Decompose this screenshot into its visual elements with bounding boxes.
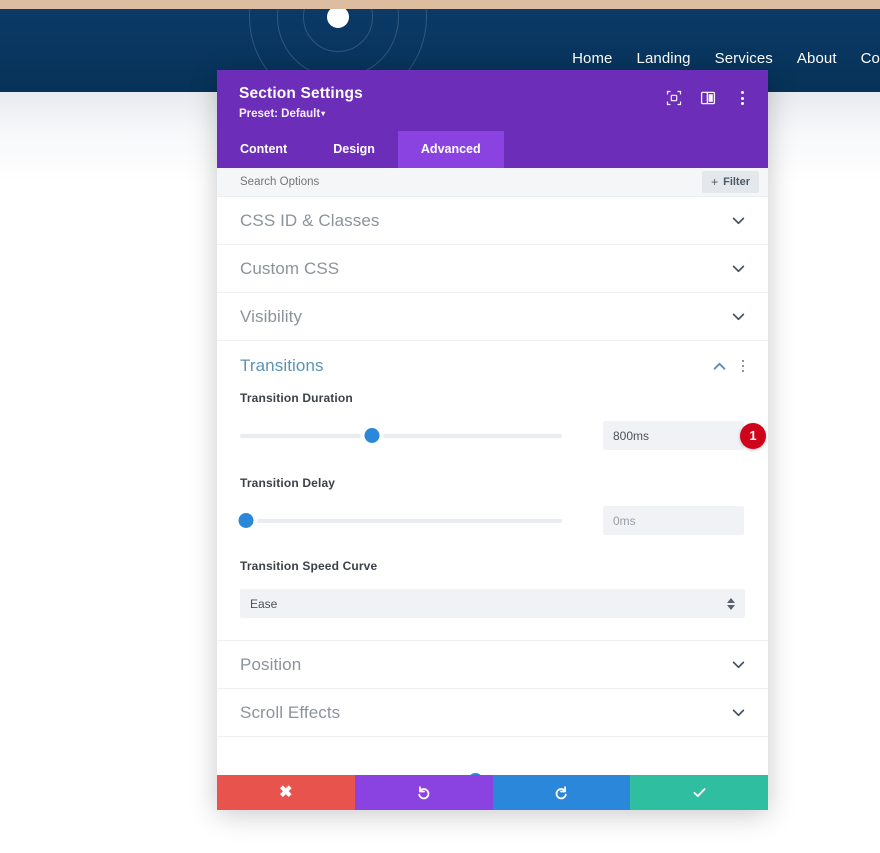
screen: Home Landing Services About Co Section S… (0, 0, 880, 853)
section-settings-modal: Section Settings Preset: Default▾ Conten… (217, 70, 768, 810)
section-title: Transitions (240, 356, 324, 375)
nav-link-home[interactable]: Home (572, 50, 612, 67)
nav-link-services[interactable]: Services (715, 50, 773, 67)
help-link[interactable]: ? Help (217, 737, 768, 775)
transition-duration-value[interactable]: 800ms 1 (603, 421, 766, 450)
layout-icon[interactable] (700, 90, 716, 106)
transition-duration-slider[interactable] (240, 428, 562, 443)
field-transition-duration: Transition Duration 800ms 1 (217, 391, 768, 450)
section-title: CSS ID & Classes (240, 210, 380, 230)
transition-delay-slider[interactable] (238, 513, 562, 528)
section-custom-css[interactable]: Custom CSS (217, 245, 768, 293)
section-css-id-classes[interactable]: CSS ID & Classes (217, 197, 768, 245)
plus-icon: + (711, 175, 719, 189)
modal-header: Section Settings Preset: Default▾ (217, 70, 768, 131)
step-badge-1: 1 (740, 422, 766, 449)
slider-thumb[interactable] (364, 428, 380, 443)
select-value: Ease (250, 596, 278, 611)
search-input[interactable] (240, 176, 540, 188)
preset-label: Preset: Default (239, 108, 321, 120)
section-scroll-effects[interactable]: Scroll Effects (217, 689, 768, 737)
undo-button[interactable] (354, 775, 493, 810)
select-arrows-icon (727, 597, 735, 610)
site-navigation[interactable]: Home Landing Services About Co (572, 50, 880, 67)
field-transition-delay: Transition Delay 0ms (217, 476, 768, 535)
search-bar: + Filter (217, 168, 768, 197)
section-transitions: Transitions Transition Duration 800ms 1 … (217, 341, 768, 641)
redo-icon (555, 786, 567, 800)
save-button[interactable] (630, 775, 768, 810)
redo-button[interactable] (492, 775, 631, 810)
cancel-button[interactable]: ✖ (217, 775, 355, 810)
settings-scroll-area[interactable]: CSS ID & Classes Custom CSS Visibility T… (217, 197, 768, 775)
transition-speed-curve-select[interactable]: Ease (240, 589, 745, 618)
chevron-up-icon[interactable] (713, 360, 726, 373)
site-top-strip (0, 0, 880, 9)
value-text: 800ms (613, 428, 650, 443)
checkmark-icon (693, 788, 706, 797)
section-transitions-header[interactable]: Transitions (217, 341, 768, 391)
undo-icon (418, 786, 430, 800)
preset-caret-icon: ▾ (321, 109, 326, 118)
tab-design[interactable]: Design (310, 131, 398, 168)
slider-track (240, 518, 562, 523)
field-label: Transition Speed Curve (240, 559, 378, 573)
nav-link-landing[interactable]: Landing (637, 50, 691, 67)
transition-delay-value[interactable]: 0ms (603, 506, 744, 535)
value-text: 0ms (613, 513, 636, 528)
chevron-down-icon[interactable] (732, 658, 745, 671)
modal-header-icons (666, 90, 750, 106)
modal-action-bar: ✖ (217, 775, 768, 810)
chevron-down-icon[interactable] (732, 706, 745, 719)
nav-link-contact[interactable]: Co (861, 50, 880, 67)
field-transition-speed-curve: Transition Speed Curve Ease (217, 559, 768, 618)
section-position[interactable]: Position (217, 641, 768, 689)
section-more-options-icon[interactable] (737, 359, 749, 373)
slider-thumb[interactable] (238, 513, 254, 528)
modal-tabs: Content Design Advanced (217, 131, 768, 168)
close-icon: ✖ (279, 783, 293, 801)
nav-link-about[interactable]: About (797, 50, 837, 67)
field-label: Transition Delay (240, 476, 336, 490)
section-title: Visibility (240, 306, 303, 326)
expand-icon[interactable] (666, 90, 682, 106)
more-options-icon[interactable] (734, 91, 750, 105)
filter-button[interactable]: + Filter (702, 171, 759, 193)
chevron-down-icon[interactable] (732, 262, 745, 275)
section-title: Scroll Effects (240, 702, 341, 722)
preset-selector[interactable]: Preset: Default▾ (239, 108, 747, 120)
filter-button-label: Filter (723, 176, 750, 188)
section-title: Position (240, 654, 302, 674)
tab-advanced[interactable]: Advanced (397, 131, 504, 168)
chevron-down-icon[interactable] (732, 214, 745, 227)
chevron-down-icon[interactable] (732, 310, 745, 323)
tab-content[interactable]: Content (217, 131, 310, 168)
section-visibility[interactable]: Visibility (217, 293, 768, 341)
slider-track (240, 433, 562, 438)
field-label: Transition Duration (240, 391, 353, 405)
section-title: Custom CSS (240, 258, 340, 278)
section-transitions-controls (713, 359, 749, 373)
